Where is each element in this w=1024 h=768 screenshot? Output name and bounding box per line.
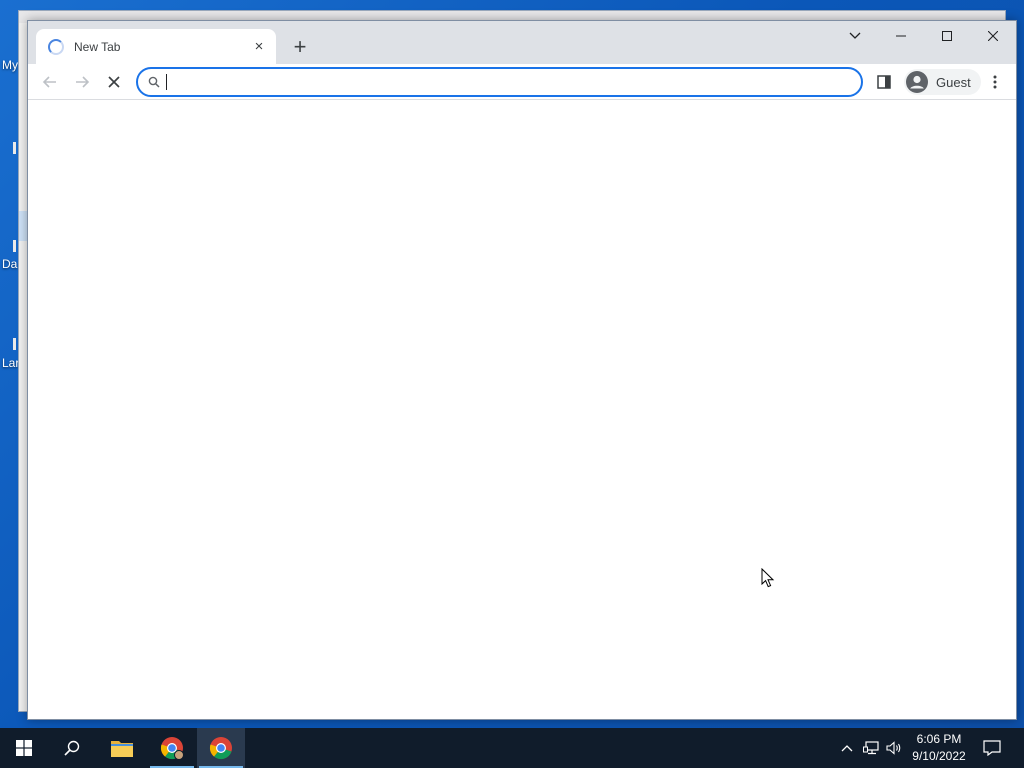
avatar-icon bbox=[906, 71, 928, 93]
notification-icon bbox=[983, 740, 1001, 756]
taskbar-file-explorer[interactable] bbox=[98, 728, 146, 768]
close-icon bbox=[988, 31, 998, 41]
profile-button[interactable]: Guest bbox=[904, 69, 981, 95]
desktop-icon-fragment bbox=[13, 240, 16, 252]
clock-date: 9/10/2022 bbox=[912, 749, 966, 763]
stop-loading-button[interactable] bbox=[100, 68, 128, 96]
desktop-icon-fragment bbox=[13, 142, 16, 154]
text-caret bbox=[166, 74, 167, 90]
taskbar-search-button[interactable] bbox=[48, 728, 96, 768]
volume-button[interactable] bbox=[883, 728, 905, 768]
search-icon bbox=[64, 740, 80, 756]
taskbar-clock[interactable]: 6:06 PM 9/10/2022 bbox=[906, 728, 972, 768]
folder-icon bbox=[111, 741, 133, 757]
chrome-icon bbox=[209, 737, 232, 760]
speaker-icon bbox=[886, 741, 901, 755]
browser-toolbar: Guest bbox=[28, 64, 1016, 100]
close-icon bbox=[108, 76, 120, 88]
minimize-button[interactable] bbox=[878, 21, 924, 51]
tab-new-tab[interactable]: New Tab × bbox=[36, 29, 276, 64]
more-vert-icon bbox=[993, 75, 997, 89]
desktop-icon-fragment bbox=[13, 338, 16, 350]
taskbar-chrome-profile[interactable] bbox=[148, 728, 196, 768]
network-button[interactable] bbox=[860, 728, 882, 768]
start-button[interactable] bbox=[0, 728, 48, 768]
windows-logo-icon bbox=[16, 740, 32, 756]
chevron-down-icon bbox=[849, 32, 861, 39]
forward-button[interactable] bbox=[68, 68, 96, 96]
desktop-icon-label[interactable]: Lar bbox=[2, 356, 19, 370]
browser-window: New Tab × + Guest bbox=[27, 20, 1017, 720]
desktop-icon-label[interactable]: Da bbox=[2, 257, 17, 271]
taskbar-chrome[interactable] bbox=[197, 728, 245, 768]
close-window-button[interactable] bbox=[970, 21, 1016, 51]
side-panel-icon bbox=[877, 75, 891, 89]
mouse-cursor-icon bbox=[761, 568, 775, 588]
action-center-button[interactable] bbox=[978, 728, 1006, 768]
tab-search-button[interactable] bbox=[832, 21, 878, 51]
omnibox[interactable] bbox=[136, 67, 863, 97]
tray-overflow-button[interactable] bbox=[836, 728, 858, 768]
new-tab-button[interactable]: + bbox=[286, 34, 314, 60]
desktop-icon-label[interactable]: My bbox=[2, 58, 18, 72]
profile-label: Guest bbox=[936, 74, 971, 90]
loading-spinner-icon bbox=[48, 38, 64, 55]
taskbar: 6:06 PM 9/10/2022 bbox=[0, 728, 1024, 768]
arrow-left-icon bbox=[42, 76, 56, 88]
browser-menu-button[interactable] bbox=[981, 68, 1009, 96]
maximize-button[interactable] bbox=[924, 21, 970, 51]
clock-time: 6:06 PM bbox=[916, 732, 962, 746]
arrow-right-icon bbox=[76, 76, 90, 88]
chevron-up-icon bbox=[841, 745, 853, 752]
search-icon bbox=[148, 76, 160, 88]
tab-close-button[interactable]: × bbox=[250, 38, 268, 56]
side-panel-button[interactable] bbox=[870, 68, 898, 96]
page-content[interactable] bbox=[28, 101, 1016, 719]
chrome-icon bbox=[160, 737, 184, 760]
tab-title: New Tab bbox=[74, 39, 121, 54]
minimize-icon bbox=[896, 35, 906, 37]
tab-strip[interactable]: New Tab × + bbox=[28, 21, 1016, 64]
network-icon bbox=[863, 741, 879, 755]
back-button[interactable] bbox=[36, 68, 64, 96]
maximize-icon bbox=[942, 31, 952, 41]
omnibox-input[interactable] bbox=[173, 71, 861, 93]
